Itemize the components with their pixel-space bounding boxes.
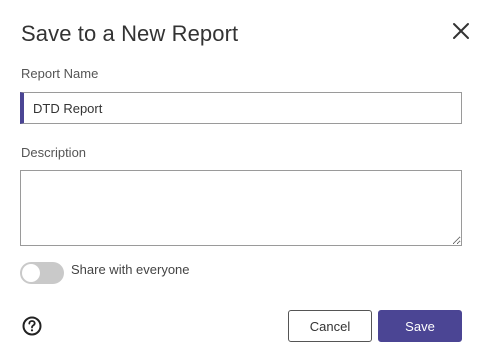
share-toggle-label: Share with everyone xyxy=(71,262,190,277)
cancel-button[interactable]: Cancel xyxy=(288,310,372,342)
help-icon[interactable] xyxy=(22,316,42,336)
report-name-input[interactable] xyxy=(24,93,461,123)
report-name-label: Report Name xyxy=(21,66,99,81)
description-textarea[interactable] xyxy=(20,170,462,246)
dialog-title: Save to a New Report xyxy=(21,21,239,46)
save-report-dialog: Save to a New Report Report Name Descrip… xyxy=(0,0,483,355)
close-icon[interactable] xyxy=(451,21,471,41)
save-button[interactable]: Save xyxy=(378,310,462,342)
report-name-field-wrapper xyxy=(20,92,462,124)
description-label: Description xyxy=(21,145,87,160)
share-toggle[interactable] xyxy=(20,262,64,284)
toggle-knob xyxy=(22,264,40,282)
